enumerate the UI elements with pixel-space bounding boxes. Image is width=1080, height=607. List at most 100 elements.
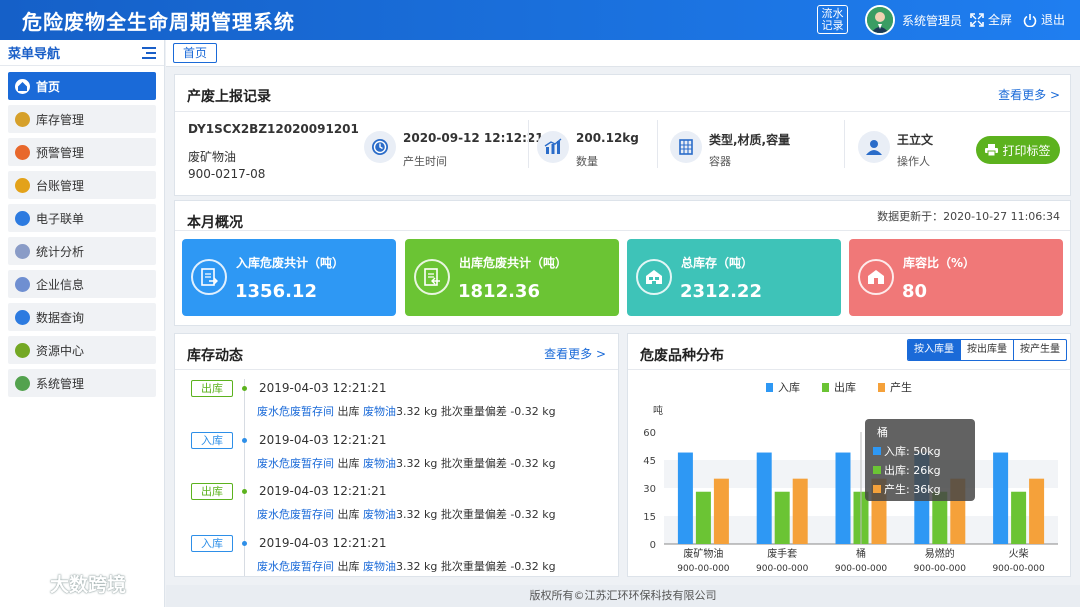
waste-number: 900-0217-08 xyxy=(188,167,266,181)
stock-panel: 库存动态 查看更多 > 出库 2019-04-03 12:21:21 废水危废暂存间… xyxy=(174,333,619,577)
logout-button[interactable]: 退出 xyxy=(1023,11,1065,28)
flow-record-button[interactable]: 流水 记录 xyxy=(817,5,848,34)
bar-chart-icon xyxy=(537,131,569,163)
sidebar-item-resource[interactable]: 资源中心 xyxy=(8,336,156,364)
sidebar-item-enterprise[interactable]: 企业信息 xyxy=(8,270,156,298)
stock-quantity: 3.32 kg xyxy=(396,405,438,418)
inbound-total-card[interactable]: 入库危废共计（吨） 1356.12 xyxy=(182,239,396,316)
record-code: DY1SCX2BZ12020091201 xyxy=(188,122,359,136)
inventory-icon xyxy=(15,111,30,127)
waste-name: 废矿物油 xyxy=(188,150,237,164)
bar-出库-废矿物油 xyxy=(695,491,711,544)
x-tick-label: 桶 xyxy=(856,547,866,560)
stock-description: 废水危废暂存间 出库 废物油3.32 kg 批次重量偏差 -0.32 kg xyxy=(257,558,556,574)
sidebar-item-ledger[interactable]: 台账管理 xyxy=(8,171,156,199)
sidebar-item-warning[interactable]: 预警管理 xyxy=(8,138,156,166)
sidebar-nav: 首页库存管理预警管理台账管理电子联单统计分析企业信息数据查询资源中心系统管理 xyxy=(0,66,164,408)
outbound-document-icon xyxy=(414,259,450,295)
sidebar-item-label: 企业信息 xyxy=(36,277,85,292)
sidebar-item-label: 资源中心 xyxy=(36,343,85,358)
waste-name-link[interactable]: 废物油 xyxy=(363,560,396,573)
stock-quantity: 3.32 kg xyxy=(396,456,438,470)
user-name[interactable]: 系统管理员 xyxy=(902,12,962,29)
y-tick-label: 45 xyxy=(643,456,656,467)
timeline-dot xyxy=(242,437,247,443)
storage-location-link[interactable]: 废水危废暂存间 xyxy=(257,457,334,470)
home-icon xyxy=(15,78,30,94)
timeline-dot xyxy=(242,386,247,391)
tooltip-swatch xyxy=(873,466,881,474)
stock-time: 2019-04-03 12:21:21 xyxy=(259,535,387,550)
toggle-option[interactable]: 按入库量 xyxy=(908,340,960,360)
app-header: 危险废物全生命周期管理系统 流水 记录 系统管理员 全屏 退出 xyxy=(0,0,1080,40)
produce-time-label: 产生时间 xyxy=(403,155,447,168)
statistics-icon xyxy=(15,243,30,259)
menu-collapse-icon[interactable] xyxy=(142,46,156,59)
bar-入库-废矿物油 xyxy=(677,452,693,544)
x-tick-code: 900-00-000 xyxy=(677,564,730,574)
document-icon xyxy=(15,210,30,226)
house-icon xyxy=(858,259,894,295)
print-label-button[interactable]: 打印标签 xyxy=(976,136,1060,164)
resource-icon xyxy=(15,342,30,358)
sidebar-item-label: 电子联单 xyxy=(36,211,85,226)
report-more-link[interactable]: 查看更多 > xyxy=(998,86,1060,103)
bar-入库-火柴 xyxy=(993,452,1009,544)
storage-location-link[interactable]: 废水危废暂存间 xyxy=(257,560,334,573)
waste-name-link[interactable]: 废物油 xyxy=(363,457,396,470)
sidebar-item-label: 库存管理 xyxy=(36,112,85,127)
x-tick-code: 900-00-000 xyxy=(835,564,888,574)
x-tick-label: 易燃的 xyxy=(925,547,955,560)
sidebar-item-inventory[interactable]: 库存管理 xyxy=(8,105,156,133)
sidebar-item-query[interactable]: 数据查询 xyxy=(8,303,156,331)
tooltip-row: 出库: 26kg xyxy=(884,463,941,477)
avatar[interactable] xyxy=(865,5,895,35)
container-value: 类型,材质,容量 xyxy=(709,133,791,147)
distribution-title: 危废品种分布 xyxy=(640,348,724,364)
toggle-option[interactable]: 按出库量 xyxy=(960,340,1013,360)
storage-location-link[interactable]: 废水危废暂存间 xyxy=(257,508,334,521)
operator-label: 操作人 xyxy=(897,155,930,168)
stock-type-badge: 出库 xyxy=(191,380,233,397)
tooltip-title: 桶 xyxy=(877,425,888,439)
ledger-icon xyxy=(15,177,30,193)
sidebar-title: 菜单导航 xyxy=(8,47,61,62)
sidebar-item-document[interactable]: 电子联单 xyxy=(8,204,156,232)
bar-chart: 0 15 30 45 60 吨废矿物油 900-00-000 废手套 900-00-000 桶 90… xyxy=(643,404,1058,574)
stock-deviation: 批次重量偏差 -0.32 kg xyxy=(440,456,556,470)
power-icon xyxy=(1023,13,1037,27)
fullscreen-button[interactable]: 全屏 xyxy=(970,11,1012,28)
tooltip-swatch xyxy=(873,447,881,455)
app-title: 危险废物全生命周期管理系统 xyxy=(22,10,295,34)
y-tick-label: 60 xyxy=(643,428,656,439)
tab-home[interactable]: 首页 xyxy=(173,43,217,63)
sidebar-item-statistics[interactable]: 统计分析 xyxy=(8,237,156,265)
waste-name-link[interactable]: 废物油 xyxy=(363,508,396,521)
stock-more-link[interactable]: 查看更多 > xyxy=(544,345,606,362)
operator-value: 王立文 xyxy=(897,133,934,147)
sidebar-item-home[interactable]: 首页 xyxy=(8,72,156,100)
outbound-total-card[interactable]: 出库危废共计（吨） 1812.36 xyxy=(405,239,619,316)
enterprise-icon xyxy=(15,276,30,292)
watermark: 大数跨境 xyxy=(8,570,126,597)
stock-quantity: 3.32 kg xyxy=(396,508,438,521)
sidebar-item-settings[interactable]: 系统管理 xyxy=(8,369,156,397)
quantity-label: 数量 xyxy=(576,155,598,168)
sidebar-item-label: 台账管理 xyxy=(36,178,85,193)
sidebar: 菜单导航 首页库存管理预警管理台账管理电子联单统计分析企业信息数据查询资源中心系… xyxy=(0,40,165,607)
capacity-ratio-card[interactable]: 库容比（%） 80 xyxy=(849,239,1063,316)
stock-type-badge: 出库 xyxy=(191,483,233,500)
clock-icon xyxy=(364,131,396,163)
waste-name-link[interactable]: 废物油 xyxy=(363,405,396,418)
toggle-option[interactable]: 按产生量 xyxy=(1013,340,1066,360)
distribution-panel: 危废品种分布 按入库量 按出库量 按产生量 入库 出库 产生 0 15 30 45 60 吨废矿物… xyxy=(627,333,1071,577)
total-stock-card[interactable]: 总库存（吨） 2312.22 xyxy=(627,239,841,316)
stock-direction: 出库 xyxy=(337,456,360,470)
stock-deviation: 批次重量偏差 -0.32 kg xyxy=(440,508,556,521)
tooltip-swatch xyxy=(873,485,881,493)
inbound-document-icon xyxy=(191,259,227,295)
stat-value: 1356.12 xyxy=(235,281,317,302)
tooltip-row: 入库: 50kg xyxy=(884,445,941,458)
storage-location-link[interactable]: 废水危废暂存间 xyxy=(257,405,334,418)
stat-label: 库容比（%） xyxy=(903,256,976,270)
